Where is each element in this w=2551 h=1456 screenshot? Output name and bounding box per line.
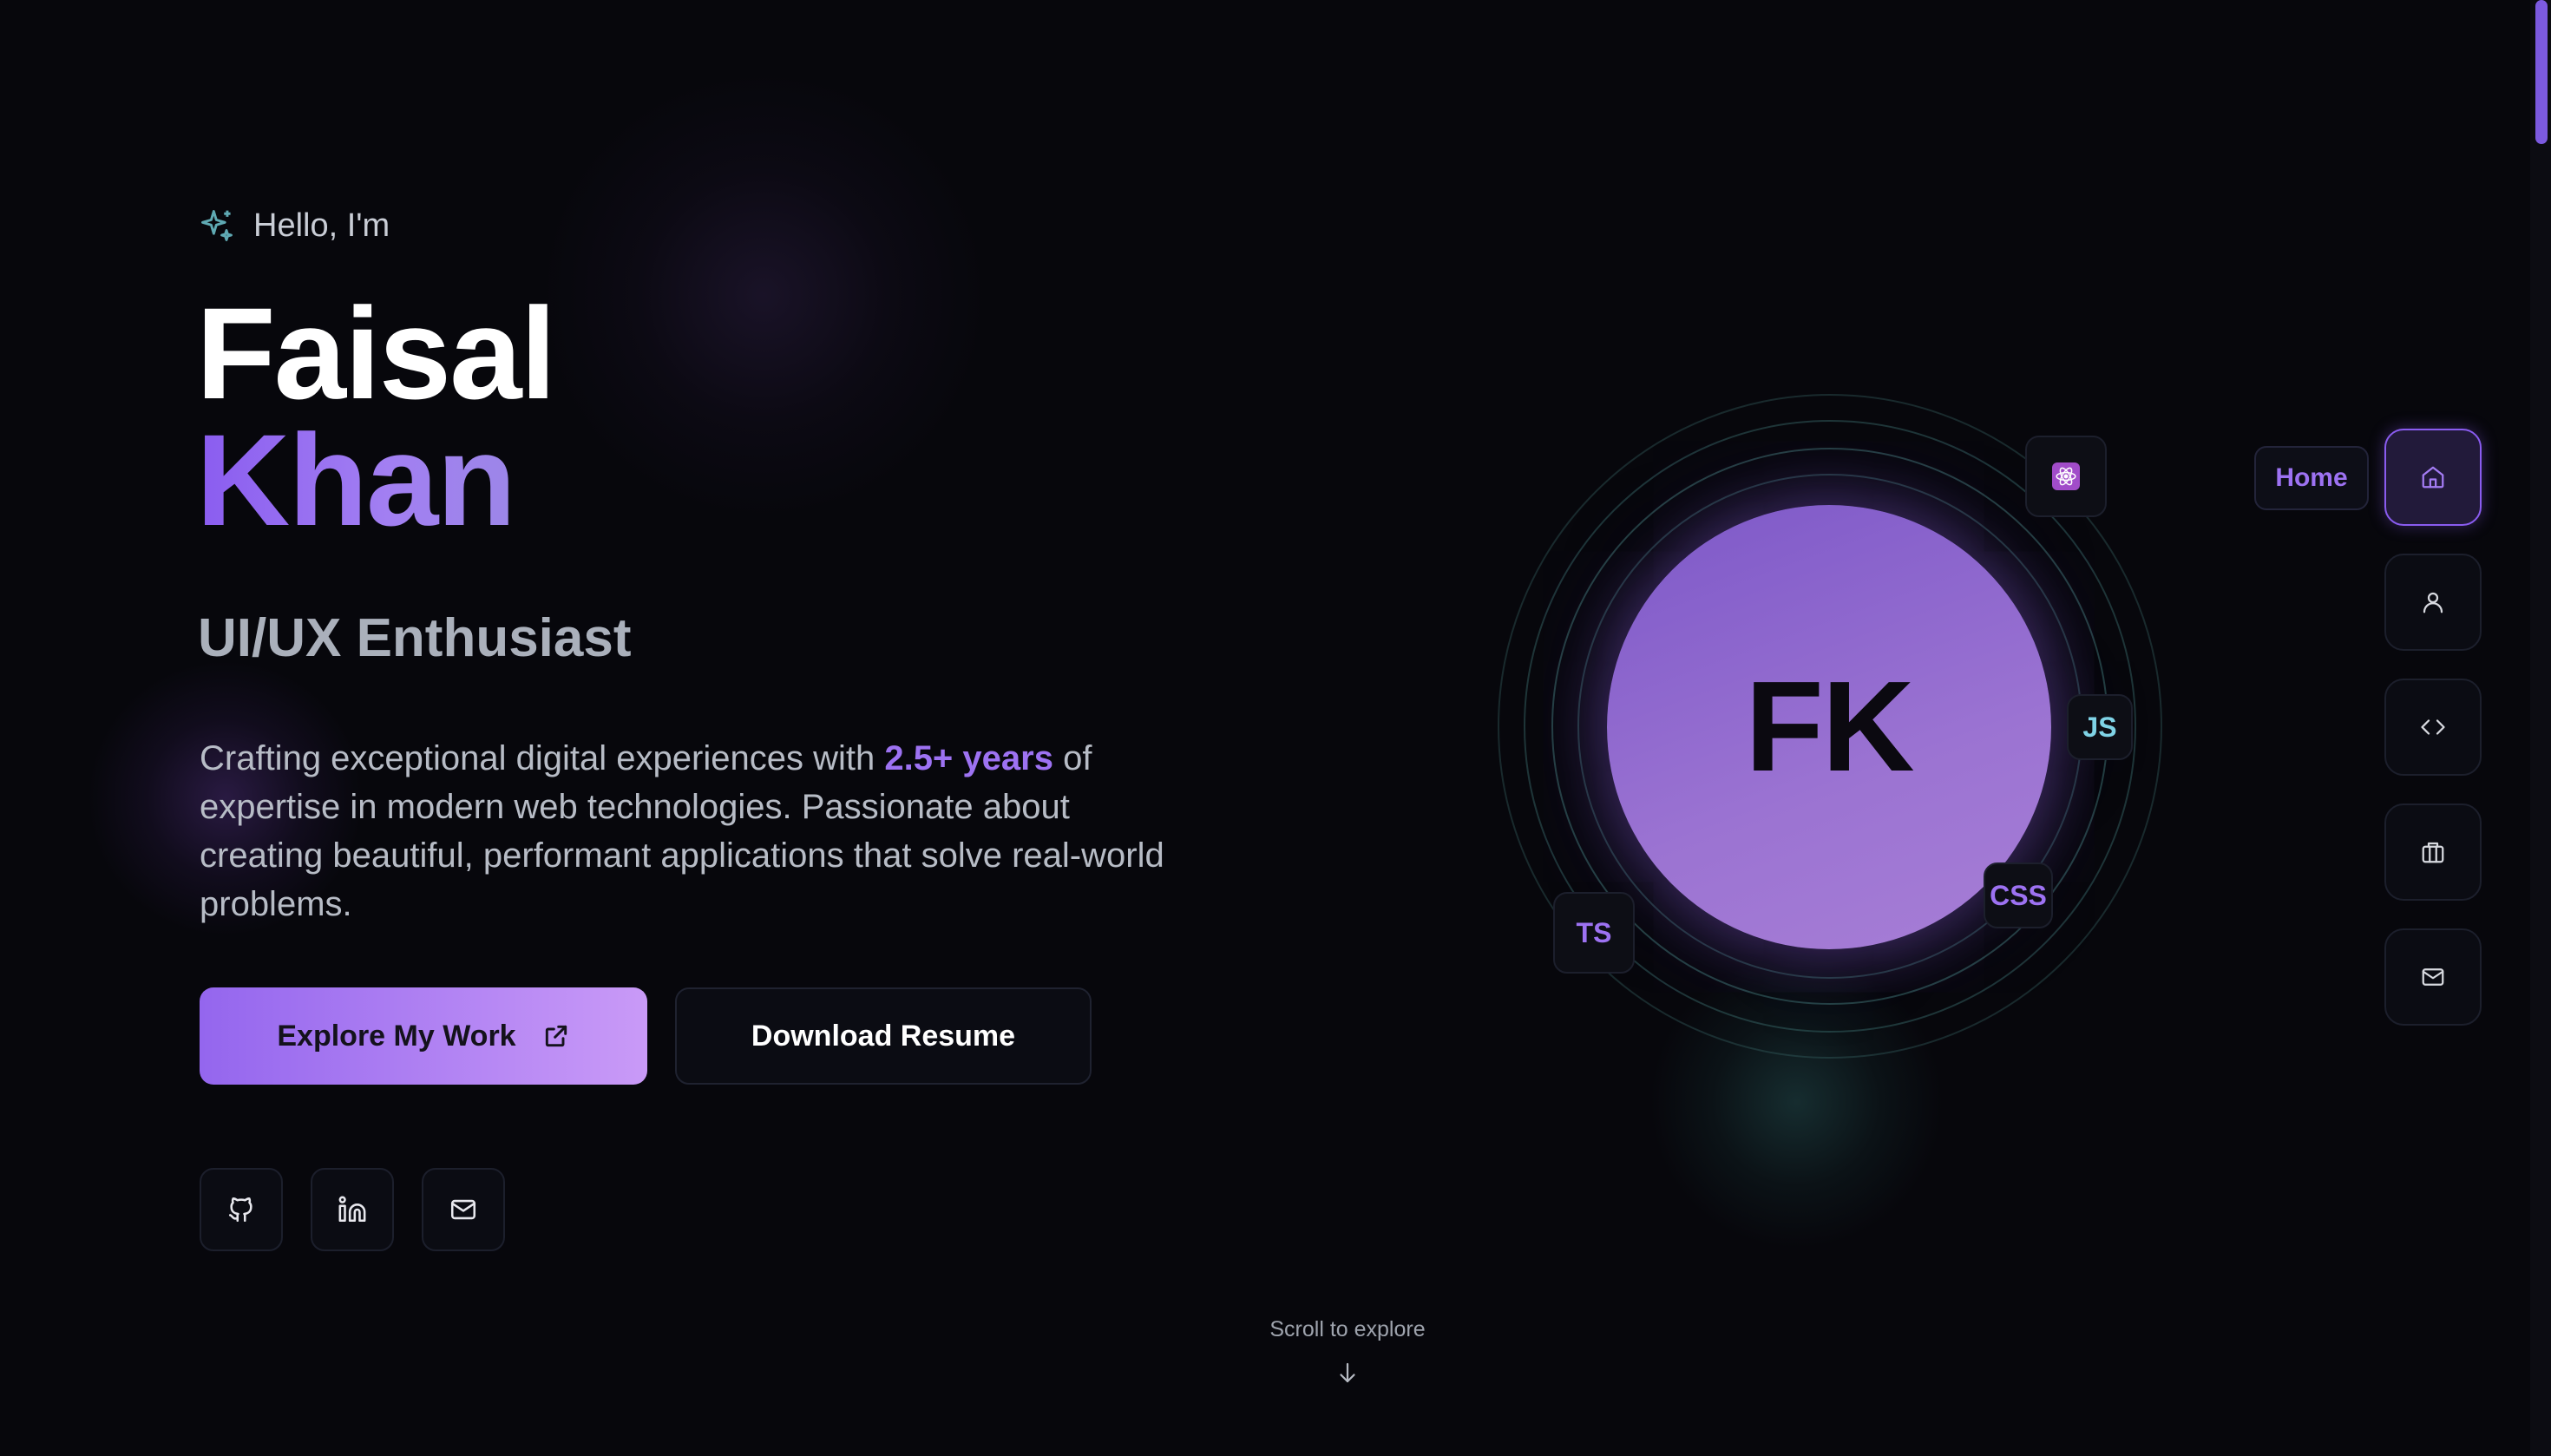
nav-home-button[interactable]	[2384, 429, 2482, 526]
css-badge: CSS	[1984, 862, 2053, 928]
nav-tooltip-label: Home	[2275, 463, 2348, 492]
avatar-initials: FK	[1745, 655, 1914, 798]
code-icon	[2421, 719, 2445, 735]
nav-tooltip-home: Home	[2254, 446, 2369, 510]
download-resume-label: Download Resume	[751, 1019, 1016, 1053]
external-link-icon	[545, 1025, 567, 1047]
briefcase-icon	[2422, 842, 2444, 863]
scroll-hint-text: Scroll to explore	[1269, 1317, 1426, 1341]
name-first: Faisal	[196, 280, 556, 426]
mail-icon	[2422, 968, 2444, 986]
github-link[interactable]	[200, 1168, 283, 1251]
nav-experience-button[interactable]	[2384, 803, 2482, 901]
scrollbar-thumb[interactable]	[2535, 0, 2548, 144]
email-link[interactable]	[422, 1168, 505, 1251]
css-label: CSS	[1990, 879, 2047, 911]
react-badge	[2025, 436, 2107, 517]
home-icon	[2422, 466, 2444, 489]
github-icon	[228, 1197, 252, 1223]
greeting: Hello, I'm	[198, 207, 390, 245]
role-title: UI/UX Enthusiast	[198, 608, 632, 668]
nav-about-button[interactable]	[2384, 554, 2482, 651]
ts-badge: TS	[1553, 892, 1635, 974]
ts-label: TS	[1576, 916, 1612, 948]
portfolio-page: Hello, I'm Faisal Khan UI/UX Enthusiast …	[0, 0, 2551, 1456]
bio-text-start: Crafting exceptional digital experiences…	[200, 739, 885, 777]
greeting-text: Hello, I'm	[253, 207, 390, 244]
user-icon	[2423, 592, 2443, 613]
explore-work-label: Explore My Work	[277, 1019, 516, 1053]
scroll-hint[interactable]: Scroll to explore	[1180, 1317, 1515, 1386]
js-badge: JS	[2067, 694, 2133, 760]
download-resume-button[interactable]: Download Resume	[675, 987, 1092, 1085]
experience-highlight: 2.5+ years	[884, 739, 1053, 777]
nav-skills-button[interactable]	[2384, 679, 2482, 776]
name-last: Khan	[196, 407, 516, 553]
scrollbar-track[interactable]	[2530, 0, 2551, 1456]
ambient-glow	[538, 69, 989, 521]
linkedin-link[interactable]	[311, 1168, 394, 1251]
mail-icon	[450, 1199, 476, 1220]
bio-text: Crafting exceptional digital experiences…	[200, 734, 1180, 928]
nav-contact-button[interactable]	[2384, 928, 2482, 1026]
react-icon	[2052, 462, 2080, 490]
explore-work-button[interactable]: Explore My Work	[200, 987, 647, 1085]
linkedin-icon	[338, 1196, 366, 1223]
js-label: JS	[2082, 711, 2117, 743]
sparkle-icon	[201, 210, 233, 241]
arrow-down-icon	[1340, 1362, 1355, 1383]
